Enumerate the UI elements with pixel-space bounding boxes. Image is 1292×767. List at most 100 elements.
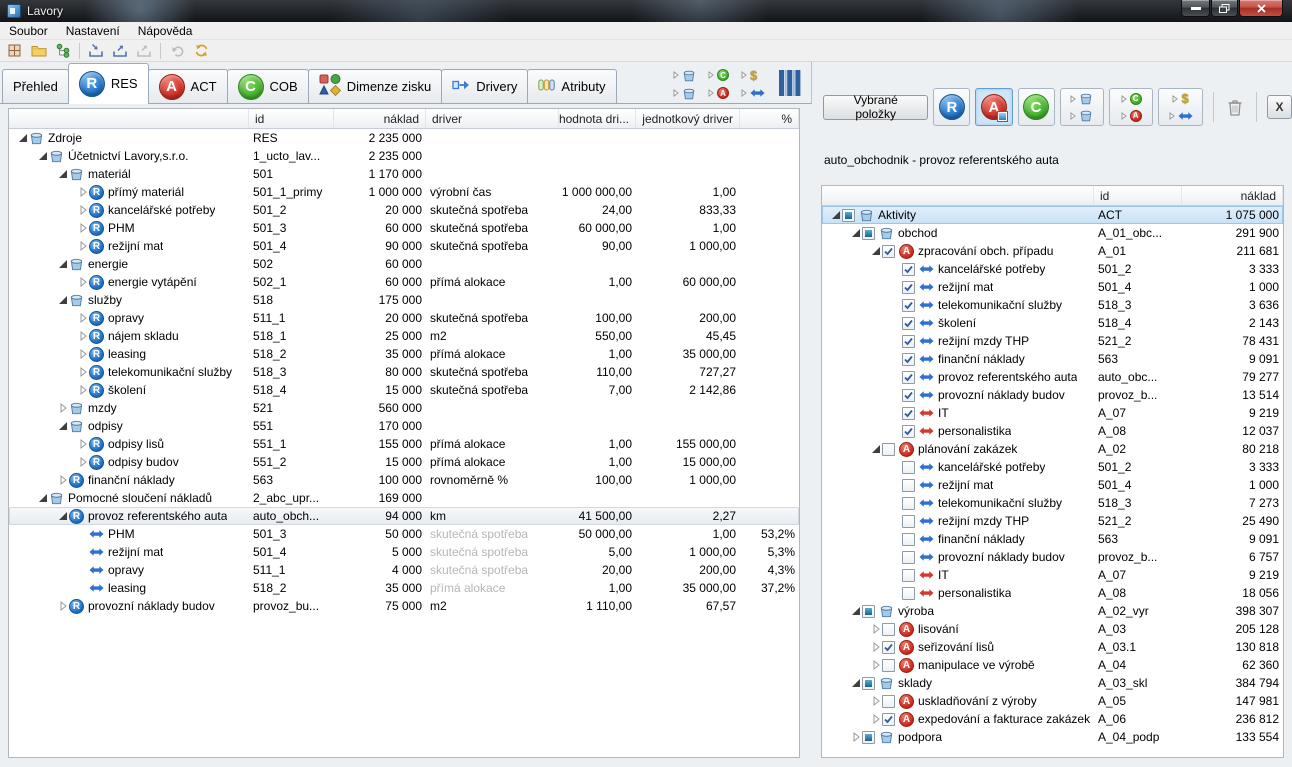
expander-closed-icon[interactable] [870, 696, 882, 706]
tab-res[interactable]: RRES [68, 63, 149, 104]
tab-drivery[interactable]: Drivery [441, 69, 528, 103]
tab-dimenze-zisku[interactable]: Dimenze zisku [308, 69, 443, 103]
expander-closed-icon[interactable] [870, 660, 882, 670]
checkbox-checked[interactable] [902, 425, 915, 438]
tree-row[interactable]: Rprovozní náklady budovprovoz_bu...75 00… [9, 597, 799, 615]
checkbox-checked[interactable] [902, 353, 915, 366]
tree-row[interactable]: Rškolení518_415 000skutečná spotřeba7,00… [9, 381, 799, 399]
close-button[interactable] [1239, 0, 1283, 17]
checkbox-checked[interactable] [902, 299, 915, 312]
tree-row[interactable]: ZdrojeRES2 235 000 [9, 129, 799, 147]
act-filter-button[interactable]: A [975, 88, 1012, 126]
trash-icon[interactable] [1224, 95, 1246, 119]
tree-row[interactable]: Rodpisy budov551_215 000přímá alokace1,0… [9, 453, 799, 471]
tab-act[interactable]: AACT [148, 69, 228, 103]
expand-links-toggle[interactable] [741, 86, 765, 101]
expand-groups-top-toggle[interactable] [673, 68, 696, 83]
tree-row[interactable]: PHM501_350 000skutečná spotřeba50 000,00… [9, 525, 799, 543]
tree-row[interactable]: režijní mzdy THP521_225 490 [822, 512, 1283, 530]
expander-closed-icon[interactable] [57, 601, 69, 611]
column-header[interactable]: náklad [334, 109, 426, 128]
column-header[interactable]: driver [426, 109, 559, 128]
expander-closed-icon[interactable] [77, 277, 89, 287]
tree-row[interactable]: Účetnictví Lavory,s.r.o.1_ucto_lav...2 2… [9, 147, 799, 165]
tree-row[interactable]: provozní náklady budovprovoz_b...13 514 [822, 386, 1283, 404]
checkbox-unchecked[interactable] [902, 551, 915, 564]
tree-row[interactable]: RPHM501_360 000skutečná spotřeba60 000,0… [9, 219, 799, 237]
expander-open-icon[interactable] [57, 421, 69, 431]
expander-closed-icon[interactable] [77, 223, 89, 233]
tree-row[interactable]: skladyA_03_skl384 794 [822, 674, 1283, 692]
checkbox-partial[interactable] [862, 731, 875, 744]
expander-closed-icon[interactable] [77, 457, 89, 467]
expand-groups-bottom-toggle[interactable] [673, 86, 696, 101]
tree-row[interactable]: kancelářské potřeby501_23 333 [822, 458, 1283, 476]
column-header[interactable]: náklad [1182, 186, 1283, 205]
columns-icon[interactable] [777, 69, 801, 100]
tab-prehled[interactable]: Přehled [2, 69, 69, 103]
tree-row[interactable]: režijní mzdy THP521_278 431 [822, 332, 1283, 350]
expander-closed-icon[interactable] [77, 367, 89, 377]
import-tray-icon[interactable] [84, 41, 108, 61]
expander-open-icon[interactable] [870, 246, 882, 256]
expander-closed-icon[interactable] [850, 732, 862, 742]
expander-open-icon[interactable] [57, 259, 69, 269]
tree-row[interactable]: Aplánování zakázekA_0280 218 [822, 440, 1283, 458]
checkbox-unchecked[interactable] [902, 533, 915, 546]
tree-row[interactable]: režijní mat501_45 000skutečná spotřeba5,… [9, 543, 799, 561]
tree-row[interactable]: Aexpedování a fakturace zakázekA_06236 8… [822, 710, 1283, 728]
menu-soubor[interactable]: Soubor [0, 22, 57, 39]
checkbox-unchecked[interactable] [882, 623, 895, 636]
checkbox-checked[interactable] [902, 335, 915, 348]
checkbox-unchecked[interactable] [902, 461, 915, 474]
checkbox-unchecked[interactable] [882, 695, 895, 708]
expander-closed-icon[interactable] [77, 439, 89, 449]
res-filter-button[interactable]: R [933, 88, 970, 126]
expand-cob-toggle[interactable]: C [708, 68, 729, 83]
tree-row[interactable]: Rrežijní mat501_490 000skutečná spotřeba… [9, 237, 799, 255]
tree-row[interactable]: podporaA_04_podp133 554 [822, 728, 1283, 746]
tree-row[interactable]: Rprovoz referentského autaauto_obch...94… [9, 507, 799, 525]
tree-row[interactable]: služby518175 000 [9, 291, 799, 309]
checkbox-unchecked[interactable] [882, 659, 895, 672]
tree-row[interactable]: Ropravy511_120 000skutečná spotřeba100,0… [9, 309, 799, 327]
tree-row[interactable]: telekomunikační služby518_33 636 [822, 296, 1283, 314]
tree-row[interactable]: režijní mat501_41 000 [822, 278, 1283, 296]
checkbox-checked[interactable] [902, 263, 915, 276]
expander-closed-icon[interactable] [77, 313, 89, 323]
expander-closed-icon[interactable] [77, 349, 89, 359]
tree-row[interactable]: Rnájem skladu518_125 000m2550,0045,45 [9, 327, 799, 345]
tree-row[interactable]: mzdy521560 000 [9, 399, 799, 417]
expand-groups-button[interactable] [1060, 88, 1104, 126]
expander-open-icon[interactable] [830, 210, 842, 220]
column-header[interactable]: % [740, 109, 799, 128]
checkbox-unchecked[interactable] [902, 515, 915, 528]
tree-row[interactable]: AktivityACT1 075 000 [822, 206, 1283, 224]
checkbox-unchecked[interactable] [902, 497, 915, 510]
tree-row[interactable]: finanční náklady5639 091 [822, 530, 1283, 548]
tree-row[interactable]: Auskladňování z výrobyA_05147 981 [822, 692, 1283, 710]
tree-row[interactable]: Renergie vytápění502_160 000přímá alokac… [9, 273, 799, 291]
tab-cob[interactable]: CCOB [227, 69, 309, 103]
close-selection-button[interactable]: X [1267, 95, 1292, 119]
expander-open-icon[interactable] [57, 169, 69, 179]
tree-row[interactable]: Rodpisy lisů551_1155 000přímá alokace1,0… [9, 435, 799, 453]
tree-row[interactable]: personalistikaA_0818 056 [822, 584, 1283, 602]
tree-row[interactable]: Rpřímý materiál501_1_primy1 000 000výrob… [9, 183, 799, 201]
tree-row[interactable]: Rleasing518_235 000přímá alokace1,0035 0… [9, 345, 799, 363]
expander-closed-icon[interactable] [57, 475, 69, 485]
expander-open-icon[interactable] [37, 151, 49, 161]
tree-row[interactable]: Pomocné sloučení nákladů2_abc_upr...169 … [9, 489, 799, 507]
menu-nastaveni[interactable]: Nastavení [57, 22, 129, 39]
expander-open-icon[interactable] [850, 228, 862, 238]
column-header[interactable]: jednotkový driver [636, 109, 740, 128]
tree-row[interactable]: Rkancelářské potřeby501_220 000skutečná … [9, 201, 799, 219]
selected-items-button[interactable]: Vybrané položky [823, 95, 928, 120]
tree-row[interactable]: energie50260 000 [9, 255, 799, 273]
expander-closed-icon[interactable] [77, 187, 89, 197]
checkbox-checked[interactable] [902, 389, 915, 402]
tree-row[interactable]: opravy511_14 000skutečná spotřeba20,0020… [9, 561, 799, 579]
expander-closed-icon[interactable] [77, 205, 89, 215]
tree-row[interactable]: Rfinanční náklady563100 000rovnoměrně %1… [9, 471, 799, 489]
maximize-button[interactable] [1211, 0, 1238, 17]
